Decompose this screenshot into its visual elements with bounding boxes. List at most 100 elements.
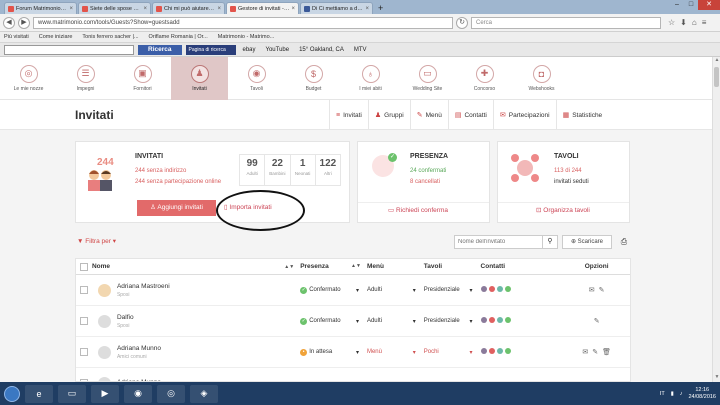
tavolo-cell[interactable]: Presidenziale ▾ [424, 287, 481, 294]
print-icon[interactable]: ⎙ [617, 235, 631, 249]
address-icon[interactable] [480, 317, 487, 323]
close-tab-icon[interactable]: × [365, 6, 369, 12]
phone-icon[interactable] [496, 317, 503, 323]
address-icon[interactable] [480, 286, 487, 292]
close-tab-icon[interactable]: × [69, 6, 73, 12]
addon-search-input[interactable] [4, 44, 134, 55]
presenza-line2[interactable]: 8 cancellati [410, 179, 440, 185]
bookmark-item[interactable]: Matrimonio - Matrimo... [218, 34, 275, 40]
maximize-button[interactable]: □ [684, 0, 698, 10]
online-icon[interactable] [504, 286, 511, 292]
phone-icon[interactable] [496, 348, 503, 354]
filter-dropdown[interactable]: ▼ Filtra per ▾ [77, 237, 116, 245]
browser-tab[interactable]: Gestore di invitati - Matrim...× [226, 2, 299, 14]
browser-tab[interactable]: Siete delle spose alla mod...× [78, 2, 151, 14]
invitati-line1[interactable]: 244 senza indirizzo [135, 168, 186, 174]
header-nome[interactable]: Nome ▲▼ [92, 263, 300, 270]
guest-name[interactable]: Adriana Mastroeni [117, 283, 170, 290]
phone-icon[interactable] [496, 286, 503, 292]
site-nav-item[interactable]: ◎ Le mie nozze [0, 57, 57, 100]
weather-label[interactable]: 15° Oakland, CA [296, 45, 347, 55]
email-icon[interactable] [488, 317, 495, 323]
browser-tab[interactable]: Chi mi può aiutare? - Foru...× [152, 2, 225, 14]
bookmark-item[interactable]: Più visitati [4, 34, 29, 40]
menu-icon[interactable]: ≡ [702, 18, 707, 27]
page-scrollbar[interactable]: ▲ ▼ [712, 57, 720, 382]
star-icon[interactable]: ☆ [668, 18, 675, 27]
scroll-down-icon[interactable]: ▼ [713, 374, 720, 382]
edit-icon[interactable]: ✎ [594, 318, 600, 325]
site-nav-item[interactable]: ▣ Fornitori [114, 57, 171, 100]
forward-icon[interactable]: ▶ [18, 16, 30, 29]
back-icon[interactable]: ◀ [3, 16, 15, 29]
close-tab-icon[interactable]: × [143, 6, 147, 12]
menu-cell[interactable]: Adulti ▾ [367, 318, 424, 325]
browser-tab[interactable]: Forum Matrimonio.com - P...× [4, 2, 77, 14]
reload-icon[interactable]: ↻ [456, 16, 468, 29]
close-tab-icon[interactable]: × [217, 6, 221, 12]
tavolo-cell[interactable]: Pochi ▾ [424, 349, 481, 356]
addon-item-mtv[interactable]: MTV [351, 45, 370, 55]
site-nav-item[interactable]: $ Budget [285, 57, 342, 100]
clock[interactable]: 12:16 24/08/2016 [688, 387, 716, 401]
address-icon[interactable] [480, 348, 487, 354]
browser-search-input[interactable]: Cerca [471, 16, 661, 29]
addon-item-youtube[interactable]: YouTube [263, 45, 293, 55]
site-nav-item[interactable]: ☰ Impegni [57, 57, 114, 100]
sort-icon[interactable]: ▲▼ [284, 264, 294, 270]
browser-tab[interactable]: Di Ci mettiamo a dieta! × [300, 2, 373, 14]
downloads-icon[interactable]: ⬇ [680, 18, 687, 27]
row-checkbox[interactable] [79, 317, 88, 325]
addon-search-button[interactable]: Ricerca [138, 44, 182, 55]
edit-icon[interactable]: ✎ [592, 349, 598, 356]
media-icon[interactable]: ▶ [91, 384, 119, 403]
addon-dark-box[interactable]: Pagina di ricerca [185, 44, 236, 55]
menu-cell[interactable]: Menù ▾ [367, 349, 424, 356]
presenza-cell[interactable]: In attesa ▾ [300, 349, 367, 356]
row-checkbox[interactable] [79, 348, 88, 356]
bookmark-item[interactable]: Oriflame Romania | Or... [149, 34, 208, 40]
app-icon[interactable]: ◈ [190, 384, 218, 403]
site-nav-item[interactable]: ◘ Webshooks [513, 57, 570, 100]
close-window-button[interactable]: ✕ [698, 0, 720, 10]
presenza-cell[interactable]: Confermato ▾ [300, 318, 367, 325]
request-confirmation-link[interactable]: ▭ Richiedi conferma [388, 206, 448, 214]
select-all-checkbox[interactable] [79, 262, 88, 271]
guest-name[interactable]: Adriana Munno [117, 345, 161, 352]
firefox-icon[interactable]: ◉ [124, 384, 152, 403]
home-icon[interactable]: ⌂ [692, 18, 697, 27]
tavolo-cell[interactable]: Presidenziale ▾ [424, 318, 481, 325]
mail-icon[interactable]: ✉ [589, 287, 595, 294]
explorer-icon[interactable]: e [25, 384, 53, 403]
organize-tables-link[interactable]: ⊡ Organizza tavoli [536, 206, 590, 214]
page-tab[interactable]: ▦ Statistiche [555, 100, 609, 130]
site-nav-item[interactable]: ✚ Concorso [456, 57, 513, 100]
online-icon[interactable] [504, 317, 511, 323]
menu-cell[interactable]: Adulti ▾ [367, 287, 424, 294]
scroll-thumb[interactable] [714, 67, 719, 87]
site-nav-item[interactable]: ▭ Wedding Site [399, 57, 456, 100]
addon-item-ebay[interactable]: ebay [240, 45, 259, 55]
scroll-up-icon[interactable]: ▲ [713, 57, 720, 65]
close-tab-icon[interactable]: × [291, 6, 295, 12]
chrome-icon[interactable]: ◎ [157, 384, 185, 403]
download-button[interactable]: ⊕ Scaricare [562, 235, 612, 249]
search-icon[interactable]: ⚲ [542, 236, 557, 248]
url-bar[interactable]: www.matrimonio.com/tools/Guests?Show=gue… [33, 16, 453, 29]
bookmark-item[interactable]: Tonis ferrero sacher |... [82, 34, 138, 40]
guest-search-input[interactable] [455, 236, 541, 248]
site-nav-item[interactable]: ♁ I miei abiti [342, 57, 399, 100]
add-guests-button[interactable]: ♙ Aggiungi invitati [137, 200, 216, 216]
mail-icon[interactable]: ✉ [582, 349, 588, 356]
invitati-line2[interactable]: 244 senza partecipazione online [135, 179, 221, 185]
start-button[interactable] [4, 385, 20, 402]
trash-icon[interactable]: 🗑 [602, 349, 611, 356]
presenza-line1[interactable]: 24 confermati [410, 168, 446, 174]
site-nav-item[interactable]: ◉ Tavoli [228, 57, 285, 100]
header-presenza[interactable]: Presenza ▲▼ [300, 263, 367, 270]
row-checkbox[interactable] [79, 286, 88, 294]
page-tab[interactable]: ✉ Partecipazioni [492, 100, 556, 130]
presenza-cell[interactable]: Confermato ▾ [300, 287, 367, 294]
network-icon[interactable]: ▮ [671, 391, 674, 397]
guest-name[interactable]: Dalfio [117, 314, 134, 321]
